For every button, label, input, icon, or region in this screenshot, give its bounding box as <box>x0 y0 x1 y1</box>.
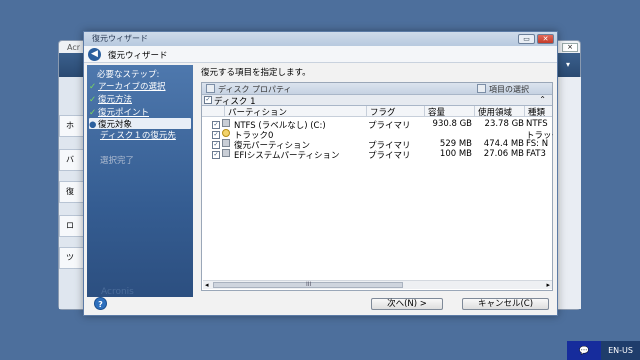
partition-flag: プライマリ <box>368 151 411 161</box>
cancel-button[interactable]: キャンセル(C) <box>462 298 549 310</box>
acronis-watermark: Acronis <box>101 287 134 297</box>
step-restore-target[interactable]: ● 復元対象 <box>89 118 191 130</box>
background-tab-home[interactable]: ホ <box>59 115 85 137</box>
disk-icon <box>222 149 230 157</box>
step-disk1-destination[interactable]: ディスク１の復元先 <box>89 131 179 141</box>
disk-properties-button[interactable]: ディスク プロパティ <box>218 84 292 95</box>
column-partition[interactable]: パーティション <box>224 106 366 118</box>
wizard-title: 復元ウィザード <box>108 51 168 61</box>
disk-group-checkbox[interactable]: ✓ <box>204 96 212 104</box>
item-select-icon <box>477 84 486 93</box>
steps-panel: 必要なステップ: ✓ アーカイブの選択 ✓ 復元方法 ✓ 復元ポイント ● 復元対象 デ… <box>87 65 193 297</box>
checkmark-icon: ✓ <box>89 95 97 105</box>
disk-properties-icon <box>206 84 215 93</box>
table-row[interactable]: ✓ トラック0 トラック <box>202 129 553 141</box>
table-toolbar: ディスク プロパティ 項目の選択 <box>202 83 552 95</box>
background-sidebar: ホ バ 復 ロ ツ <box>59 77 85 309</box>
row-checkbox[interactable]: ✓ <box>212 121 220 129</box>
background-tab-restore[interactable]: 復 <box>59 181 85 203</box>
background-tab-backup[interactable]: バ <box>59 149 85 171</box>
dialog-header: ◀ 復元ウィザード <box>84 46 557 63</box>
partition-capacity: 930.8 GB <box>432 119 472 129</box>
restore-wizard-dialog: 復元ウィザード ▭ ✕ ◀ 復元ウィザード 必要なステップ: ✓ アーカイブの選択… <box>83 31 558 316</box>
item-select-button[interactable]: 項目の選択 <box>489 84 529 95</box>
language-indicator[interactable]: EN-US <box>601 341 640 360</box>
restore-down-button[interactable]: ▭ <box>518 34 535 44</box>
disk-icon <box>222 139 230 147</box>
dialog-caption-bar: 復元ウィザード ▭ ✕ <box>84 32 557 46</box>
row-checkbox[interactable]: ✓ <box>212 131 220 139</box>
checkmark-icon: ✓ <box>89 108 97 118</box>
background-close-button[interactable]: × <box>562 43 578 52</box>
collapse-icon[interactable]: ⌃ <box>539 95 546 104</box>
next-button[interactable]: 次へ(N) > <box>371 298 443 310</box>
row-checkbox[interactable]: ✓ <box>212 151 220 159</box>
partition-used: 27.06 MB <box>483 149 524 159</box>
current-step-icon: ● <box>89 120 97 130</box>
disk-icon <box>222 119 230 127</box>
step-archive-selection[interactable]: ✓ アーカイブの選択 <box>89 80 191 92</box>
partition-table: ディスク プロパティ 項目の選択 ✓ ディスク 1 ⌃ パーティション フラグ … <box>201 82 553 291</box>
back-arrow-icon[interactable]: ◀ <box>88 48 101 61</box>
track-icon <box>222 129 230 137</box>
partition-type: FAT3 <box>526 149 546 159</box>
background-tab-log[interactable]: ロ <box>59 215 85 237</box>
horizontal-scrollbar[interactable]: ◂ III ▸ <box>203 280 552 289</box>
column-used[interactable]: 使用領域 <box>474 106 524 118</box>
partition-type: FS: N <box>526 139 549 149</box>
column-capacity[interactable]: 容量 <box>424 106 474 118</box>
table-row[interactable]: ✓ EFIシステムパーティション プライマリ 100 MB 27.06 MB F… <box>202 149 552 161</box>
step-restore-method[interactable]: ✓ 復元方法 <box>89 93 191 105</box>
step-restore-point[interactable]: ✓ 復元ポイント <box>89 106 191 118</box>
partition-type: NTFS <box>526 119 548 129</box>
table-row[interactable]: ✓ NTFS (ラベルなし) (C:) プライマリ 930.8 GB 23.78… <box>202 119 552 131</box>
partition-capacity: 529 MB <box>439 139 472 149</box>
partition-used: 474.4 MB <box>483 139 524 149</box>
column-type[interactable]: 種類 <box>524 106 554 118</box>
dialog-caption: 復元ウィザード <box>92 34 148 43</box>
table-row[interactable]: ✓ 復元パーティション プライマリ 529 MB 474.4 MB FS: N <box>202 139 552 151</box>
partition-capacity: 100 MB <box>439 149 472 159</box>
dialog-close-button[interactable]: ✕ <box>537 34 554 44</box>
chevron-down-icon[interactable]: ▾ <box>560 57 576 73</box>
scroll-left-icon[interactable]: ◂ <box>205 281 209 289</box>
partition-name: EFIシステムパーティション <box>234 151 340 161</box>
background-right-panel <box>561 77 581 309</box>
partition-used: 23.78 GB <box>484 119 524 129</box>
scrollbar-thumb[interactable]: III <box>213 281 403 288</box>
checkmark-icon: ✓ <box>89 82 97 92</box>
steps-heading: 必要なステップ: <box>97 70 160 80</box>
instruction-text: 復元する項目を指定します。 <box>201 68 311 78</box>
row-checkbox[interactable]: ✓ <box>212 141 220 149</box>
help-icon[interactable]: ? <box>94 297 107 310</box>
notification-icon[interactable]: 💬 <box>567 341 601 360</box>
background-app-title: Acr <box>67 43 81 52</box>
column-headers: パーティション フラグ 容量 使用領域 種類 <box>202 106 554 118</box>
column-flag[interactable]: フラグ <box>366 106 424 118</box>
background-tab-tools[interactable]: ツ <box>59 247 85 269</box>
step-finish: 選択完了 <box>100 156 135 166</box>
scroll-grip: III <box>306 281 312 288</box>
disk-group-header[interactable]: ✓ ディスク 1 ⌃ <box>202 95 552 107</box>
scroll-right-icon[interactable]: ▸ <box>546 281 550 289</box>
